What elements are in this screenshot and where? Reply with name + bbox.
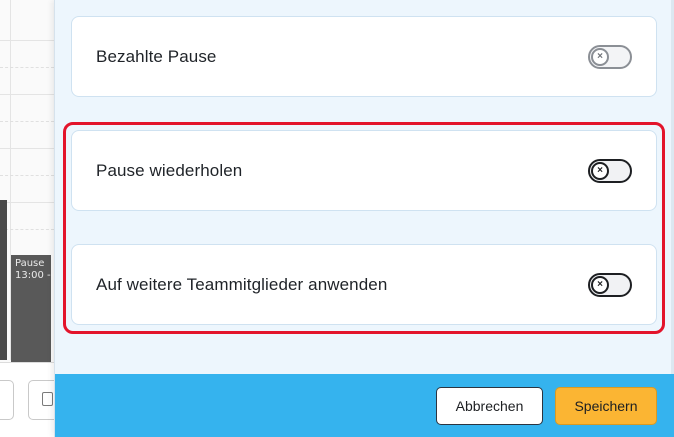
background-calendar: Pause 13:00 - — [0, 0, 54, 437]
apply-to-team-toggle[interactable]: × — [588, 272, 632, 297]
calendar-grid-line — [0, 40, 54, 41]
close-icon: × — [591, 275, 609, 294]
paid-break-toggle[interactable]: × — [588, 44, 632, 69]
calendar-event-time: 13:00 - — [15, 270, 51, 281]
cancel-button[interactable]: Abbrechen — [436, 387, 543, 425]
calendar-grid-line — [0, 202, 54, 203]
calendar-icon — [42, 392, 53, 406]
setting-card-paid-break: Bezahlte Pause × — [71, 16, 657, 97]
calendar-grid-line — [0, 94, 54, 95]
calendar-grid-line — [0, 121, 54, 122]
panel-footer: Abbrechen Speichern — [55, 374, 674, 437]
setting-label: Pause wiederholen — [96, 160, 243, 180]
setting-label: Auf weitere Teammitglieder anwenden — [96, 274, 388, 294]
save-button[interactable]: Speichern — [555, 387, 657, 425]
calendar-grid-line — [0, 229, 54, 230]
calendar-grid-line — [0, 67, 54, 68]
setting-card-repeat-break: Pause wiederholen × — [71, 130, 657, 211]
calendar-grid-line — [0, 148, 54, 149]
calendar-event-block[interactable] — [0, 200, 7, 360]
calendar-event-pause[interactable]: Pause 13:00 - — [11, 255, 51, 363]
close-icon: × — [591, 161, 609, 180]
calendar-event-title: Pause — [15, 258, 45, 269]
setting-card-apply-to-team: Auf weitere Teammitglieder anwenden × — [71, 244, 657, 325]
setting-label: Bezahlte Pause — [96, 46, 217, 66]
break-settings-panel: Bezahlte Pause × Pause wiederholen × Auf… — [54, 0, 674, 437]
close-icon: × — [591, 47, 609, 66]
calendar-grid-line — [0, 175, 54, 176]
calendar-toolbar-button[interactable] — [0, 380, 14, 420]
repeat-break-toggle[interactable]: × — [588, 158, 632, 183]
